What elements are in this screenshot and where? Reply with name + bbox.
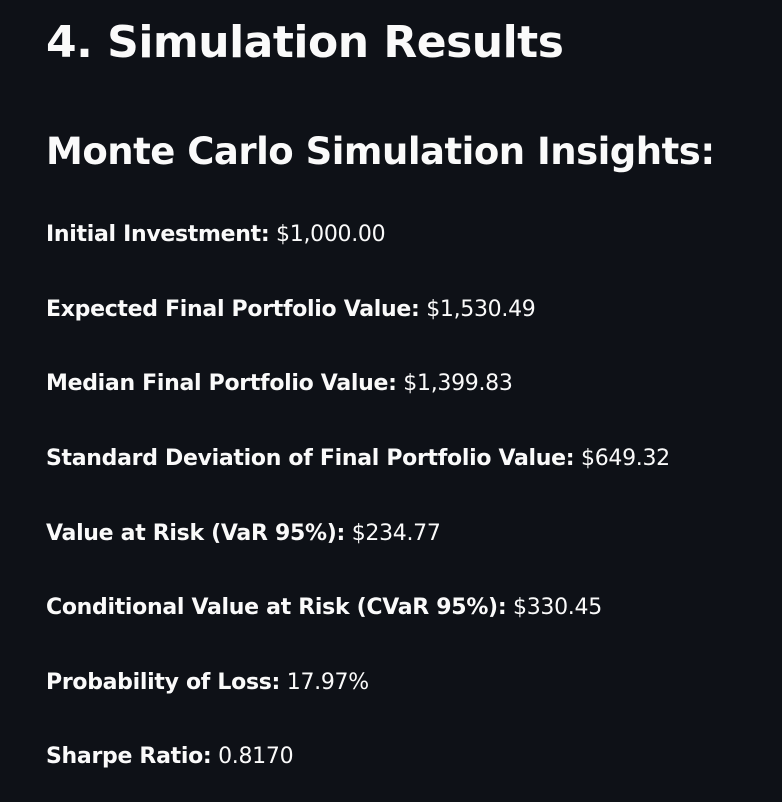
page: 4. Simulation Results Monte Carlo Simula… bbox=[0, 0, 782, 802]
metric-value: 0.8170 bbox=[218, 744, 294, 769]
metric-label: Probability of Loss: bbox=[46, 670, 281, 695]
metric-sharpe-ratio: Sharpe Ratio: 0.8170 bbox=[46, 744, 294, 770]
metric-value: $1,000.00 bbox=[276, 222, 386, 247]
metric-value: 17.97% bbox=[286, 670, 369, 695]
metric-value: $649.32 bbox=[581, 446, 670, 471]
metric-median-final-value: Median Final Portfolio Value: $1,399.83 bbox=[46, 371, 513, 397]
metric-label: Conditional Value at Risk (CVaR 95%): bbox=[46, 595, 507, 620]
metric-label: Expected Final Portfolio Value: bbox=[46, 297, 420, 322]
metric-label: Initial Investment: bbox=[46, 222, 270, 247]
metric-value-at-risk: Value at Risk (VaR 95%): $234.77 bbox=[46, 521, 441, 547]
metric-label: Sharpe Ratio: bbox=[46, 744, 212, 769]
metric-label: Value at Risk (VaR 95%): bbox=[46, 521, 345, 546]
metric-initial-investment: Initial Investment: $1,000.00 bbox=[46, 222, 386, 248]
metric-expected-final-value: Expected Final Portfolio Value: $1,530.4… bbox=[46, 297, 536, 323]
metric-label: Standard Deviation of Final Portfolio Va… bbox=[46, 446, 575, 471]
metric-standard-deviation: Standard Deviation of Final Portfolio Va… bbox=[46, 446, 670, 472]
metric-value: $1,399.83 bbox=[403, 371, 513, 396]
metric-value: $330.45 bbox=[513, 595, 602, 620]
metric-value: $234.77 bbox=[351, 521, 441, 546]
insights-heading: Monte Carlo Simulation Insights: bbox=[46, 130, 715, 173]
page-title: 4. Simulation Results bbox=[46, 17, 564, 68]
metric-conditional-value-at-risk: Conditional Value at Risk (CVaR 95%): $3… bbox=[46, 595, 602, 621]
metric-label: Median Final Portfolio Value: bbox=[46, 371, 397, 396]
metric-probability-of-loss: Probability of Loss: 17.97% bbox=[46, 670, 369, 696]
metric-value: $1,530.49 bbox=[426, 297, 536, 322]
